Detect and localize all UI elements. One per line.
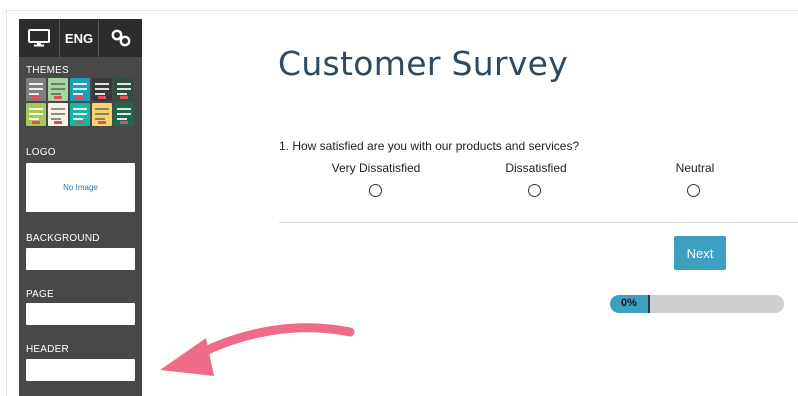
swatch-line [117, 83, 131, 85]
link-button[interactable] [99, 19, 142, 57]
choice-label-very-dissatisfied: Very Dissatisfied [331, 161, 421, 175]
swatch-line [29, 88, 43, 90]
radio-dissatisfied[interactable] [528, 184, 541, 197]
section-divider [279, 222, 798, 223]
language-label: ENG [64, 30, 94, 46]
desktop-preview-button[interactable] [19, 19, 60, 57]
swatch-accent [76, 96, 84, 99]
next-button[interactable]: Next [674, 236, 726, 270]
link-chain-icon [111, 29, 130, 47]
background-color-field[interactable] [26, 248, 135, 270]
swatch-line [51, 83, 65, 85]
swatch-line [29, 83, 43, 85]
swatch-line [117, 88, 131, 90]
page-color-field[interactable] [26, 303, 135, 325]
swatch-line [29, 113, 43, 115]
logo-label: LOGO [26, 147, 56, 158]
swatch-line [29, 108, 43, 110]
choice-label-neutral: Neutral [675, 161, 715, 175]
swatch-accent [54, 121, 62, 124]
swatch-line [95, 118, 105, 120]
swatch-line [51, 108, 65, 110]
choice-label-dissatisfied: Dissatisfied [505, 161, 567, 175]
radio-neutral[interactable] [687, 184, 700, 197]
swatch-line [29, 93, 39, 95]
swatch-accent [76, 121, 84, 124]
swatch-line [51, 113, 65, 115]
swatch-line [95, 88, 109, 90]
theme-swatch[interactable] [48, 78, 68, 101]
swatch-line [95, 83, 109, 85]
header-color-field[interactable] [26, 359, 135, 381]
swatch-accent [32, 121, 40, 124]
theme-swatch[interactable] [48, 103, 68, 126]
swatch-line [51, 88, 65, 90]
swatch-line [73, 83, 87, 85]
swatch-line [95, 108, 109, 110]
swatch-line [73, 108, 87, 110]
swatch-line [95, 113, 109, 115]
progress-text: 0% [621, 297, 637, 309]
swatch-line [117, 108, 131, 110]
themes-label: THEMES [26, 65, 69, 76]
themes-grid [26, 78, 136, 128]
swatch-line [51, 118, 61, 120]
swatch-line [29, 118, 39, 120]
swatch-accent [54, 96, 62, 99]
logo-upload-box[interactable]: No Image [26, 163, 135, 212]
theme-swatch[interactable] [114, 103, 134, 126]
radio-very-dissatisfied[interactable] [369, 184, 382, 197]
swatch-accent [120, 121, 128, 124]
swatch-accent [98, 96, 106, 99]
theme-sidebar: ENG THEMES LOGO No Image BACKGROUND PAGE… [19, 19, 142, 396]
swatch-line [117, 93, 127, 95]
question-text: 1. How satisfied are you with our produc… [279, 139, 580, 153]
survey-title: Customer Survey [278, 44, 569, 83]
swatch-line [51, 93, 61, 95]
theme-swatch[interactable] [70, 78, 90, 101]
swatch-line [117, 113, 131, 115]
swatch-line [95, 93, 105, 95]
swatch-accent [120, 96, 128, 99]
theme-swatch[interactable] [92, 78, 112, 101]
sidebar-toolbar: ENG [19, 19, 142, 57]
desktop-monitor-icon [28, 29, 50, 47]
progress-bar: 0% [610, 295, 784, 313]
language-button[interactable]: ENG [60, 19, 99, 57]
window-top-border [6, 10, 798, 11]
swatch-accent [98, 121, 106, 124]
header-label: HEADER [26, 344, 69, 355]
swatch-line [73, 118, 83, 120]
theme-swatch[interactable] [26, 103, 46, 126]
window-left-border [6, 10, 7, 396]
theme-swatch[interactable] [92, 103, 112, 126]
no-image-text: No Image [63, 183, 98, 192]
background-label: BACKGROUND [26, 233, 100, 244]
swatch-line [73, 113, 87, 115]
theme-swatch[interactable] [26, 78, 46, 101]
swatch-accent [32, 96, 40, 99]
theme-swatch[interactable] [70, 103, 90, 126]
swatch-line [117, 118, 127, 120]
window-top-margin [0, 0, 798, 10]
page-label: PAGE [26, 289, 54, 300]
swatch-line [73, 88, 87, 90]
theme-swatch[interactable] [114, 78, 134, 101]
swatch-line [73, 93, 83, 95]
callout-arrow-icon [160, 323, 355, 376]
